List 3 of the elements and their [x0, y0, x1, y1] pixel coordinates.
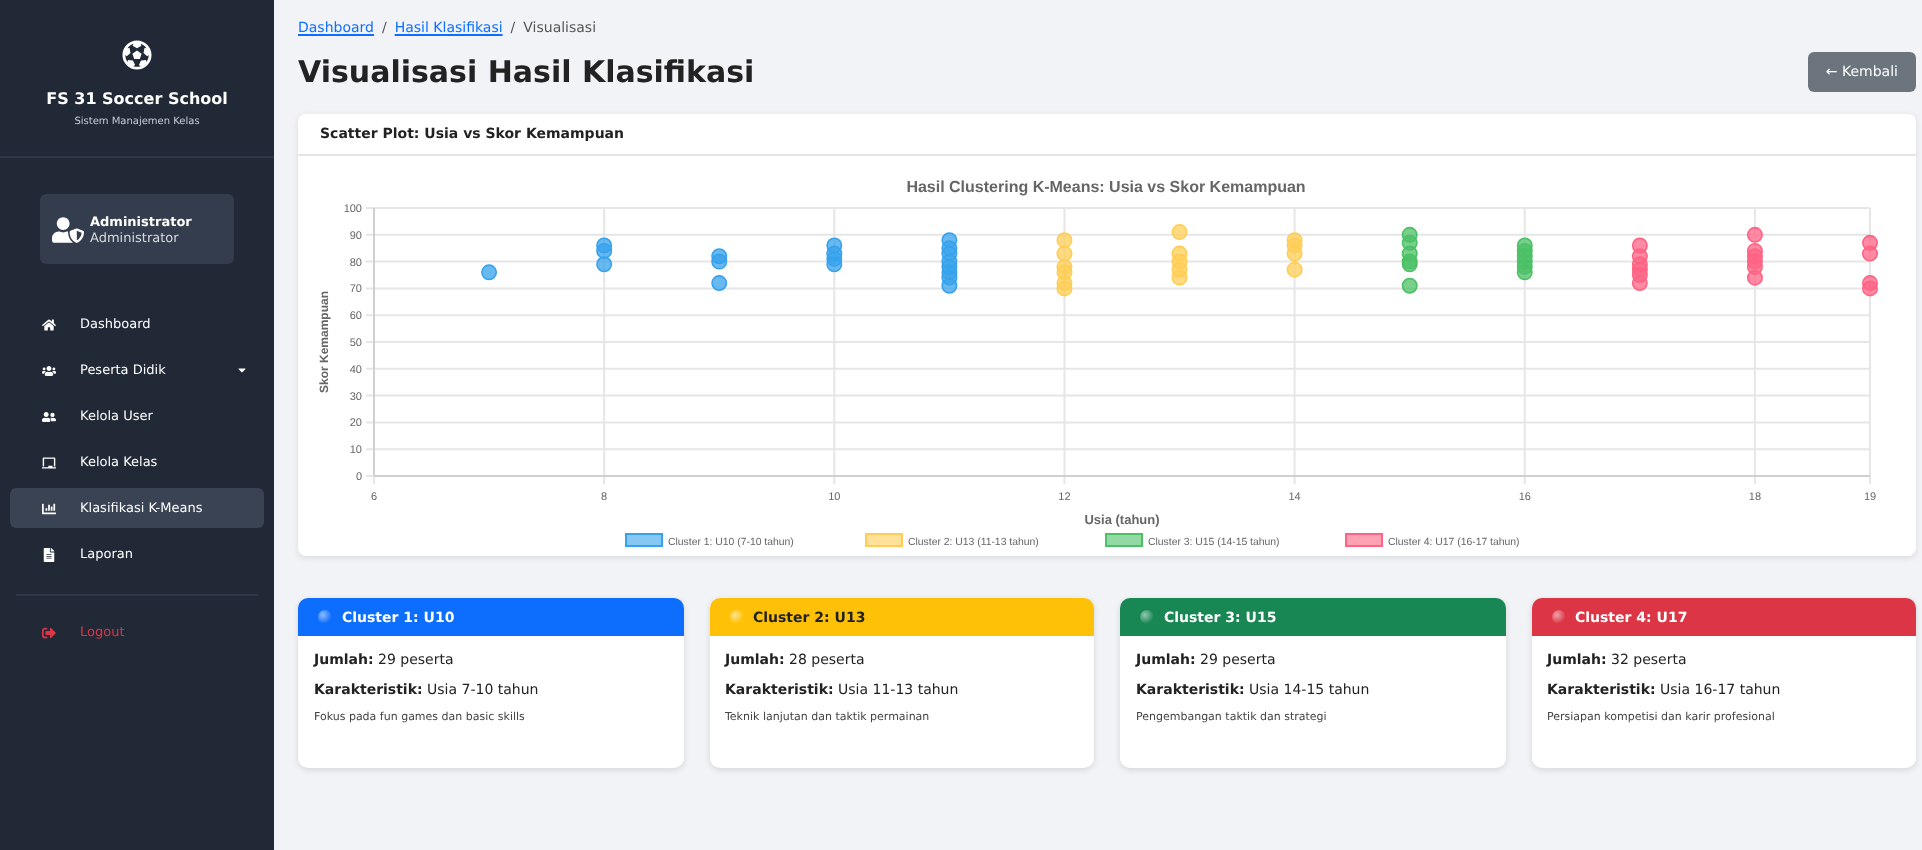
brand-name: FS 31 Soccer School [46, 90, 228, 108]
chart-title: Hasil Clustering K-Means: Usia vs Skor Kemampuan [906, 178, 1306, 196]
page-title: Visualisasi Hasil Klasifikasi [298, 54, 755, 90]
